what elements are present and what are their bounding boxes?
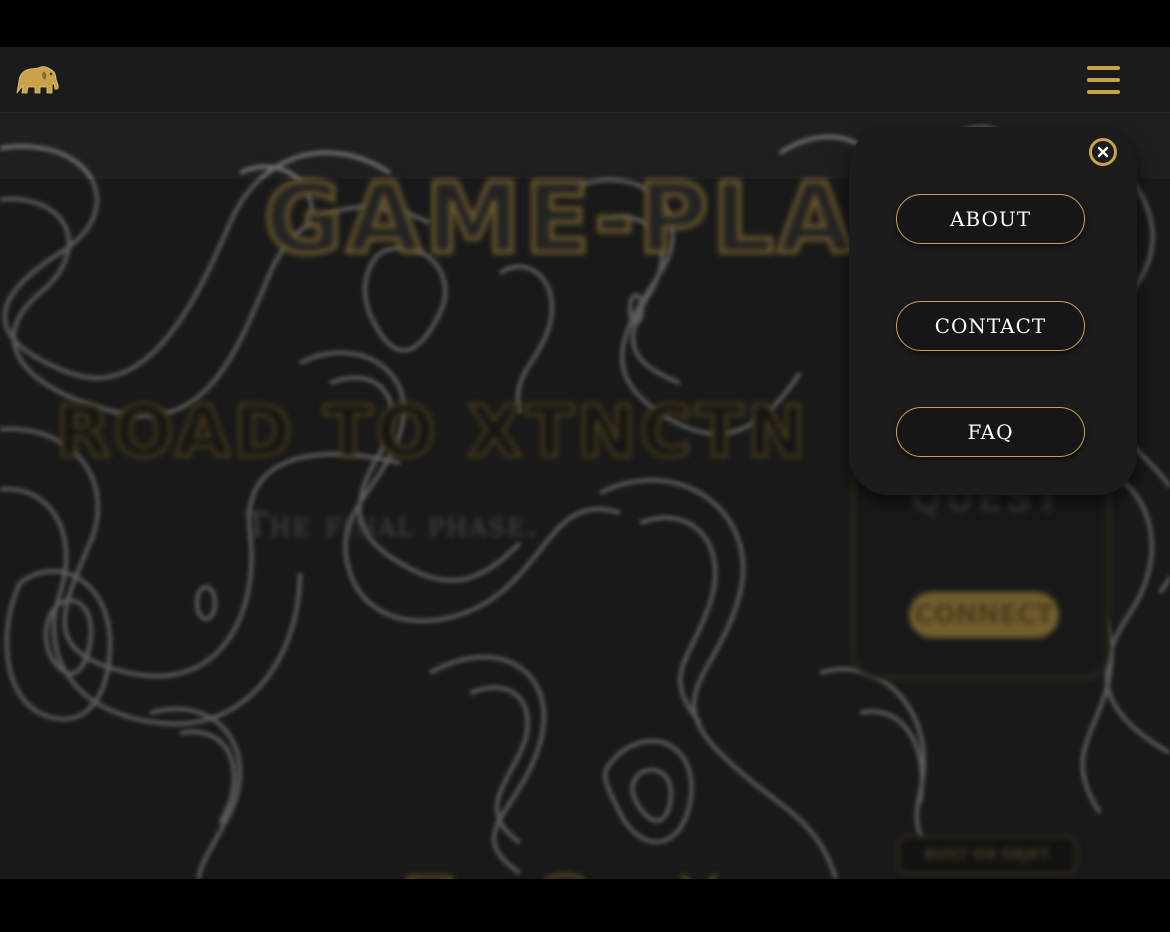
elephant-logo-icon[interactable] [14, 63, 60, 97]
close-icon[interactable] [1089, 138, 1117, 166]
top-navigation-bar [0, 47, 1170, 113]
app-viewport: GAME-PLA ROAD TO XTNCTN The final phase.… [0, 47, 1170, 879]
menu-panel: ABOUT CONTACT FAQ [849, 127, 1137, 495]
menu-item-contact[interactable]: CONTACT [896, 301, 1085, 351]
menu-item-about[interactable]: ABOUT [896, 194, 1085, 244]
menu-item-faq[interactable]: FAQ [896, 407, 1085, 457]
hamburger-menu-icon[interactable] [1084, 63, 1124, 97]
